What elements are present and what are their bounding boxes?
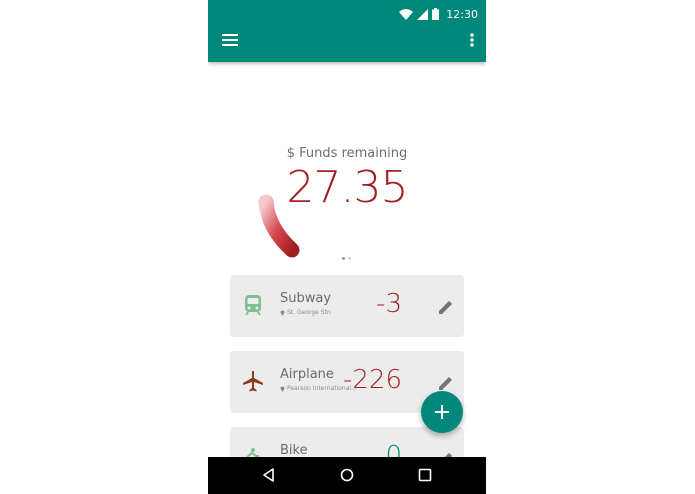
more-vert-icon[interactable]	[470, 33, 474, 47]
card-amount: -3	[376, 289, 402, 319]
home-icon[interactable]	[340, 468, 354, 482]
system-nav-bar	[208, 457, 486, 494]
location-pin-icon	[280, 386, 285, 392]
signal-icon	[417, 8, 429, 20]
page-dot-active[interactable]	[342, 257, 345, 260]
status-bar: 12:30	[399, 6, 478, 22]
card-title: Subway	[280, 291, 332, 306]
train-icon	[245, 295, 261, 316]
airplane-icon	[243, 371, 263, 392]
back-icon[interactable]	[262, 468, 276, 482]
add-expense-fab[interactable]	[421, 391, 463, 433]
location-pin-icon	[280, 310, 285, 316]
card-location-text: St. George Stn	[287, 309, 331, 316]
card-title: Bike	[280, 443, 308, 458]
card-title: Airplane	[280, 367, 334, 382]
edit-pencil-icon[interactable]	[438, 299, 454, 315]
phone-screen: 12:30 $ Funds remaining 27.35 Subway St.…	[208, 0, 486, 494]
card-location: St. George Stn	[280, 309, 331, 316]
funds-remaining-value: 27.35	[286, 162, 409, 213]
funds-gauge-arc	[258, 194, 300, 258]
plus-icon	[435, 405, 449, 419]
status-time: 12:30	[446, 7, 478, 21]
card-amount: -226	[342, 365, 402, 395]
expense-card-subway[interactable]: Subway St. George Stn -3	[230, 275, 464, 337]
recents-icon[interactable]	[418, 468, 432, 482]
battery-icon	[432, 8, 440, 20]
menu-icon[interactable]	[222, 34, 238, 46]
app-bar: 12:30	[208, 0, 486, 62]
funds-remaining-label: $ Funds remaining	[286, 146, 408, 161]
edit-pencil-icon[interactable]	[438, 375, 454, 391]
page-indicator	[342, 257, 351, 260]
wifi-icon	[399, 8, 414, 20]
page-dot[interactable]	[348, 257, 351, 260]
